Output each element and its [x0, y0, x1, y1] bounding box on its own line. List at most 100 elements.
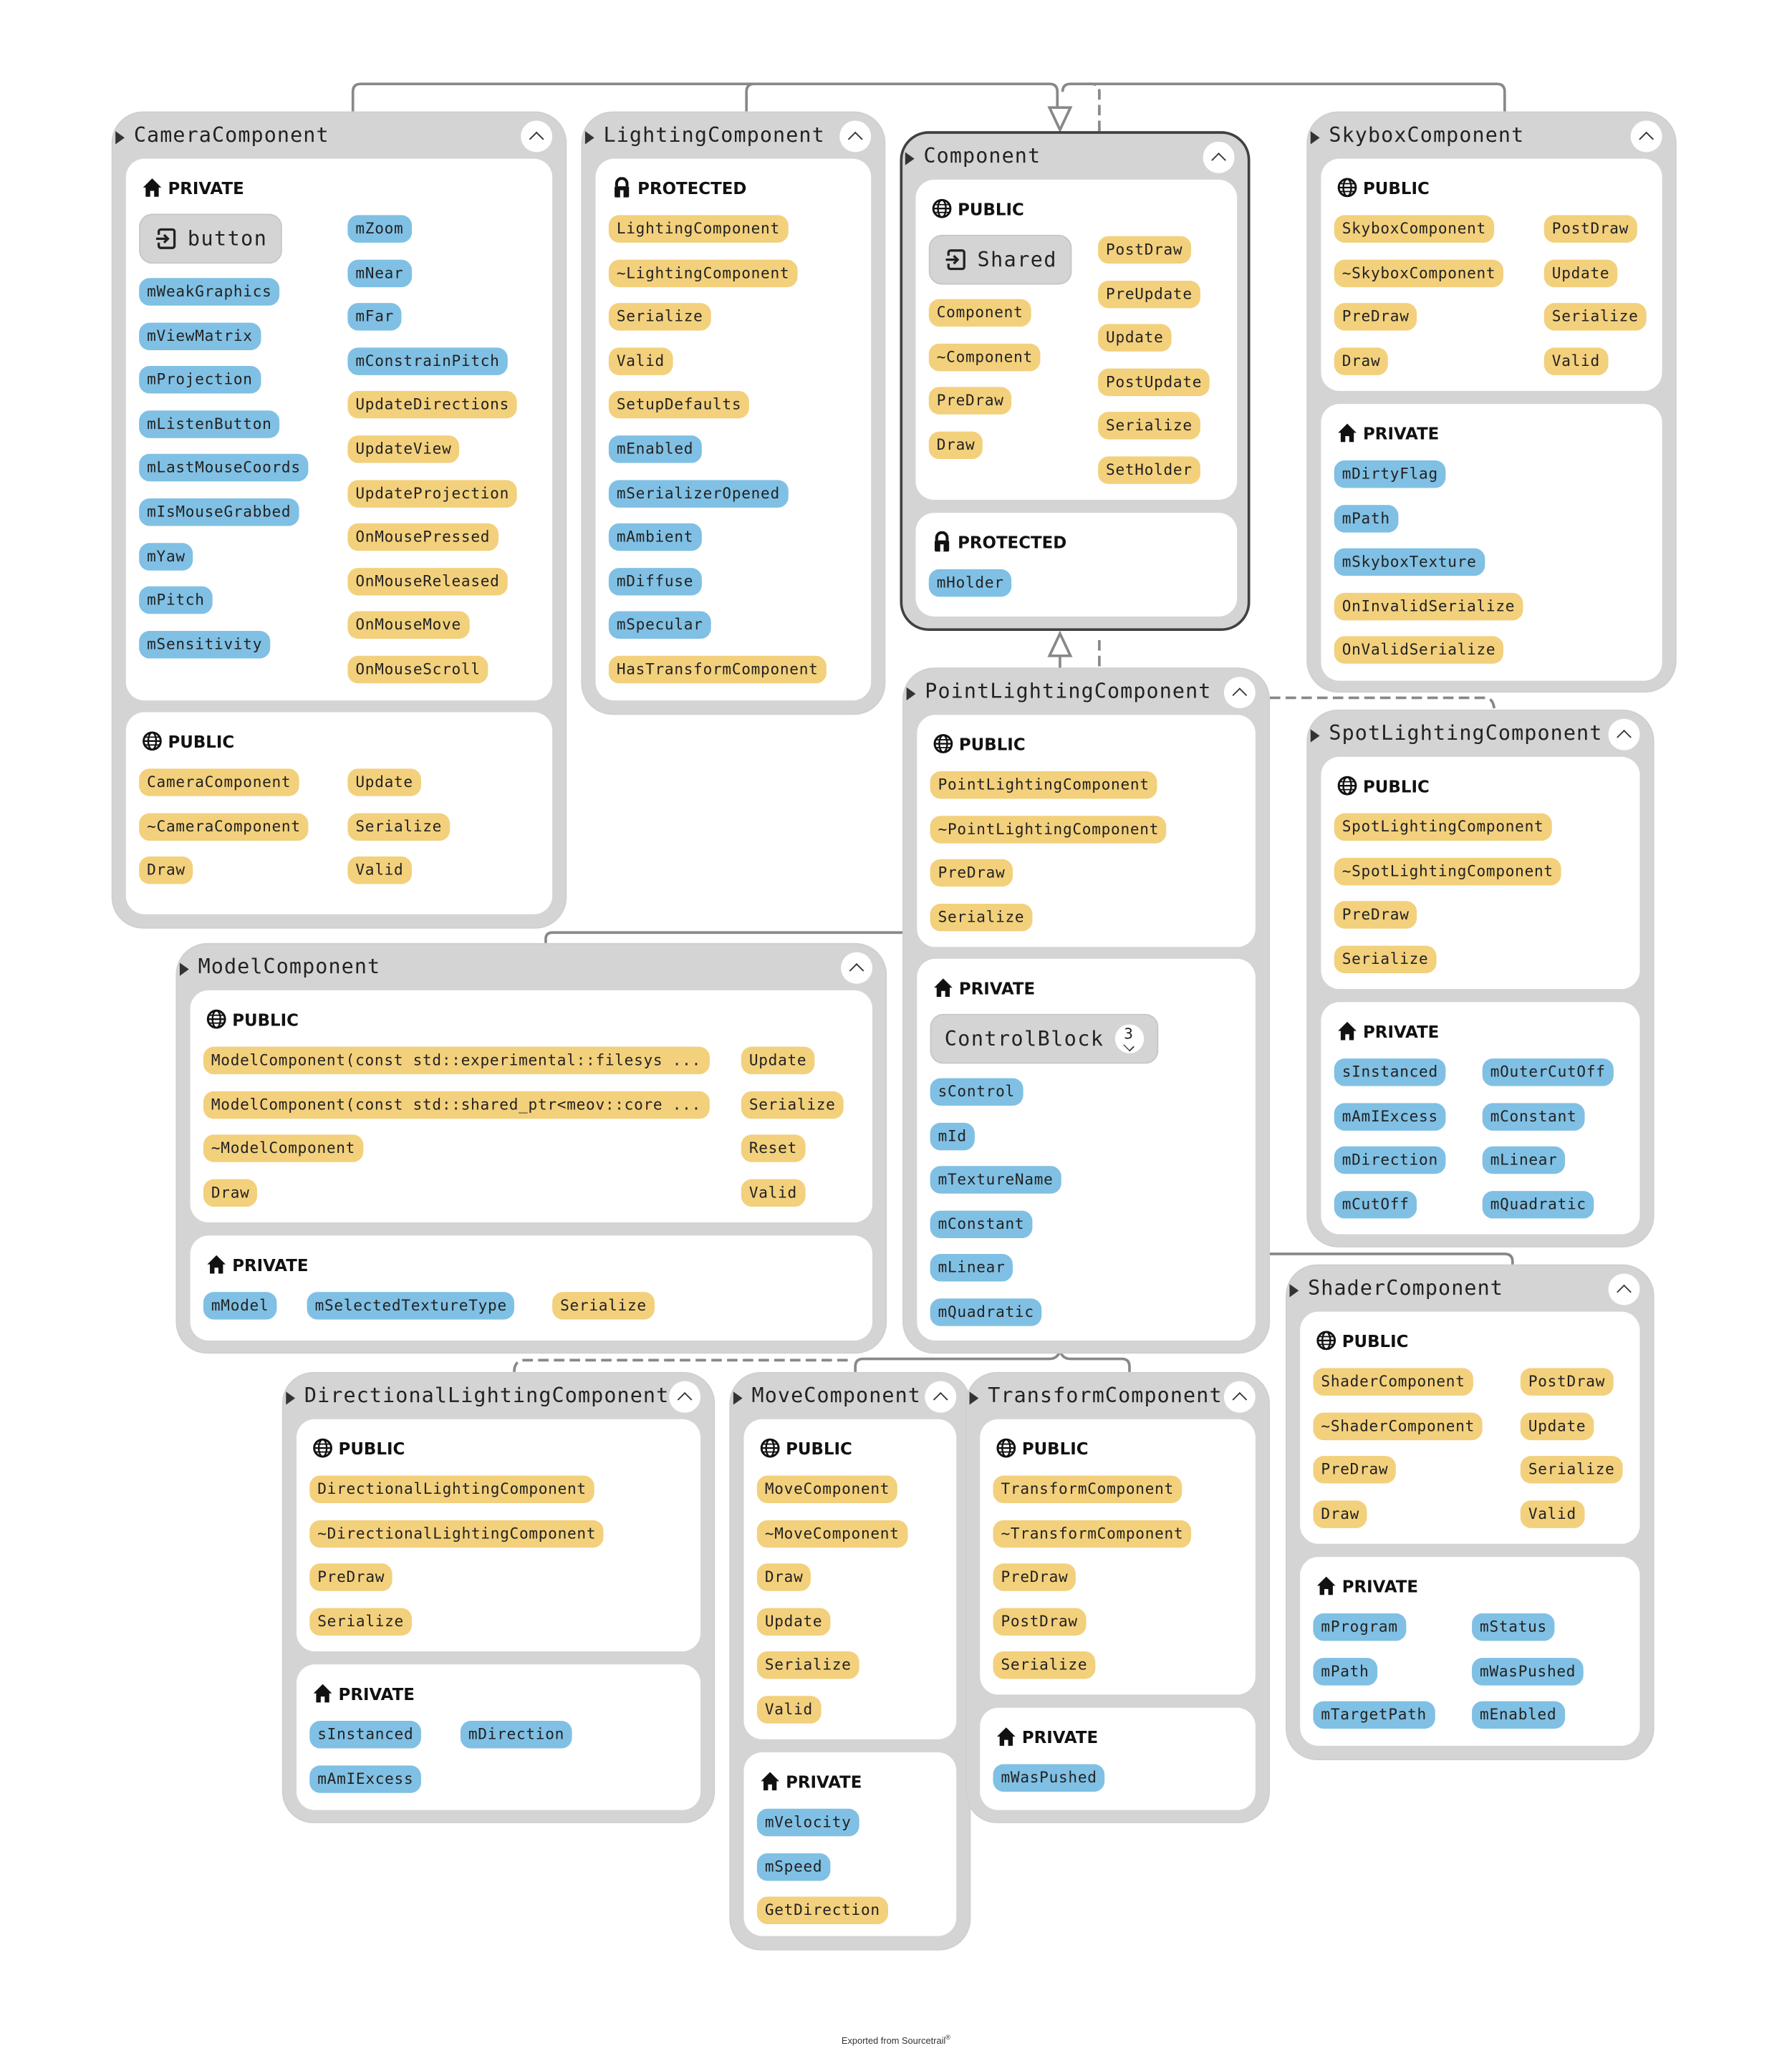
function-member[interactable]: Serialize	[741, 1091, 844, 1119]
function-member[interactable]: Draw	[1313, 1500, 1368, 1528]
function-member[interactable]: ModelComponent(const std::shared_ptr<meo…	[203, 1091, 710, 1119]
function-member[interactable]: PreDraw	[928, 387, 1012, 415]
node-title[interactable]: ShaderComponent	[1308, 1276, 1503, 1300]
variable-member[interactable]: mAmbient	[608, 523, 702, 551]
variable-member[interactable]: sControl	[930, 1078, 1023, 1106]
node-camera[interactable]: CameraComponent PRIVATE button mWeakGraphic…	[111, 111, 567, 929]
variable-member[interactable]: mListenButton	[139, 410, 280, 438]
variable-member[interactable]: sInstanced	[309, 1721, 422, 1749]
function-member[interactable]: PreDraw	[309, 1563, 393, 1592]
collapse-chevron-up-icon[interactable]	[925, 1381, 957, 1413]
function-member[interactable]: SetHolder	[1098, 456, 1200, 484]
variable-member[interactable]: mLastMouseCoords	[139, 454, 309, 482]
expand-triangle-icon[interactable]	[969, 1391, 979, 1405]
variable-member[interactable]: mHolder	[928, 569, 1012, 597]
variable-member[interactable]: mProjection	[139, 366, 261, 394]
variable-member[interactable]: mViewMatrix	[139, 322, 261, 350]
collapse-chevron-up-icon[interactable]	[841, 952, 873, 984]
function-member[interactable]: ShaderComponent	[1313, 1368, 1473, 1396]
function-member[interactable]: GetDirection	[756, 1896, 888, 1925]
function-member[interactable]: Update	[756, 1608, 831, 1636]
function-member[interactable]: Serialize	[1334, 945, 1437, 973]
function-member[interactable]: MoveComponent	[756, 1475, 898, 1504]
variable-member[interactable]: mEnabled	[1472, 1701, 1565, 1729]
node-directional[interactable]: DirectionalLightingComponent PUBLIC Direct…	[281, 1371, 716, 1823]
variable-member[interactable]: mSensitivity	[139, 630, 271, 659]
node-header[interactable]: SkyboxComponent	[1308, 113, 1675, 158]
function-member[interactable]: OnMouseScroll	[347, 655, 488, 684]
collapse-chevron-up-icon[interactable]	[1223, 677, 1256, 709]
function-member[interactable]: Update	[1543, 259, 1618, 287]
variable-member[interactable]: mAmIExcess	[1334, 1102, 1446, 1131]
function-member[interactable]: Serialize	[309, 1608, 412, 1636]
function-member[interactable]: ~PointLightingComponent	[930, 815, 1167, 843]
function-member[interactable]: OnMousePressed	[347, 523, 498, 551]
function-member[interactable]: Draw	[756, 1563, 811, 1592]
function-member[interactable]: PostUpdate	[1098, 368, 1210, 396]
function-member[interactable]: Reset	[741, 1134, 805, 1163]
collapse-chevron-up-icon[interactable]	[1203, 141, 1235, 173]
variable-member[interactable]: mProgram	[1313, 1613, 1406, 1641]
collapse-chevron-up-icon[interactable]	[839, 120, 872, 153]
node-title[interactable]: TransformComponent	[988, 1384, 1222, 1407]
function-member[interactable]: Valid	[741, 1179, 805, 1207]
function-member[interactable]: PostDraw	[993, 1608, 1086, 1636]
variable-member[interactable]: mFar	[347, 303, 403, 331]
function-member[interactable]: LightingComponent	[608, 215, 788, 243]
collapse-chevron-up-icon[interactable]	[1223, 1381, 1256, 1413]
node-pointlight[interactable]: PointLightingComponent PUBLIC PointLightin…	[902, 667, 1270, 1354]
node-header[interactable]: DirectionalLightingComponent	[284, 1374, 714, 1418]
node-header[interactable]: CameraComponent	[113, 113, 566, 158]
function-member[interactable]: ~Component	[928, 343, 1041, 371]
variable-member[interactable]: mSpecular	[608, 612, 711, 639]
variable-member[interactable]: mDirtyFlag	[1334, 460, 1446, 488]
function-member[interactable]: OnMouseReleased	[347, 567, 508, 596]
variable-member[interactable]: mCutOff	[1334, 1190, 1417, 1219]
function-member[interactable]: PostDraw	[1098, 236, 1191, 264]
node-header[interactable]: LightingComponent	[582, 113, 884, 158]
variable-member[interactable]: mEnabled	[608, 435, 702, 463]
expand-triangle-icon[interactable]	[115, 131, 125, 145]
expand-triangle-icon[interactable]	[1310, 131, 1320, 145]
node-title[interactable]: SpotLightingComponent	[1329, 721, 1602, 745]
node-spotlight[interactable]: SpotLightingComponent PUBLIC SpotLightingC…	[1306, 709, 1654, 1247]
node-title[interactable]: ModelComponent	[198, 955, 381, 978]
variable-member[interactable]: mSpeed	[756, 1853, 831, 1881]
function-member[interactable]: Serialize	[1520, 1456, 1623, 1484]
member-group[interactable]: Shared	[928, 234, 1072, 285]
variable-member[interactable]: mNear	[347, 259, 412, 287]
variable-member[interactable]: mVelocity	[756, 1808, 859, 1837]
function-member[interactable]: UpdateProjection	[347, 479, 517, 508]
function-member[interactable]: TransformComponent	[993, 1475, 1182, 1504]
variable-member[interactable]: sInstanced	[1334, 1058, 1446, 1086]
variable-member[interactable]: mConstrainPitch	[347, 347, 508, 375]
function-member[interactable]: Valid	[1543, 347, 1608, 375]
function-member[interactable]: Update	[1098, 324, 1172, 352]
variable-member[interactable]: mQuadratic	[1482, 1190, 1594, 1219]
function-member[interactable]: ~ModelComponent	[203, 1134, 364, 1163]
function-member[interactable]: Valid	[756, 1696, 821, 1724]
expand-count-badge[interactable]: 3	[1114, 1024, 1144, 1053]
variable-member[interactable]: mLinear	[930, 1254, 1013, 1283]
function-member[interactable]: PreDraw	[1313, 1456, 1397, 1484]
variable-member[interactable]: mWasPushed	[1472, 1657, 1584, 1685]
node-shader[interactable]: ShaderComponent PUBLIC ShaderComponent ~Sha…	[1285, 1264, 1654, 1761]
node-skybox[interactable]: SkyboxComponent PUBLIC SkyboxComponent ~Sky…	[1306, 111, 1677, 693]
function-member[interactable]: SpotLightingComponent	[1334, 813, 1552, 841]
collapse-chevron-up-icon[interactable]	[1630, 120, 1662, 153]
function-member[interactable]: ~SpotLightingComponent	[1334, 857, 1561, 885]
expand-triangle-icon[interactable]	[179, 962, 189, 976]
function-member[interactable]: UpdateView	[347, 435, 460, 463]
function-member[interactable]: PreDraw	[1334, 901, 1417, 930]
node-header[interactable]: ModelComponent	[177, 945, 885, 989]
function-member[interactable]: PostDraw	[1520, 1368, 1614, 1396]
variable-member[interactable]: mDirection	[1334, 1146, 1446, 1174]
node-model[interactable]: ModelComponent PUBLIC ModelComponent(const…	[175, 942, 887, 1354]
node-component[interactable]: Component PUBLIC Shared Component ~Component…	[900, 131, 1251, 631]
function-member[interactable]: OnMouseMove	[347, 612, 469, 639]
node-title[interactable]: LightingComponent	[604, 123, 825, 147]
variable-member[interactable]: mZoom	[347, 215, 412, 243]
function-member[interactable]: ~DirectionalLightingComponent	[309, 1520, 604, 1548]
variable-member[interactable]: mYaw	[139, 542, 193, 571]
expand-triangle-icon[interactable]	[906, 687, 916, 701]
